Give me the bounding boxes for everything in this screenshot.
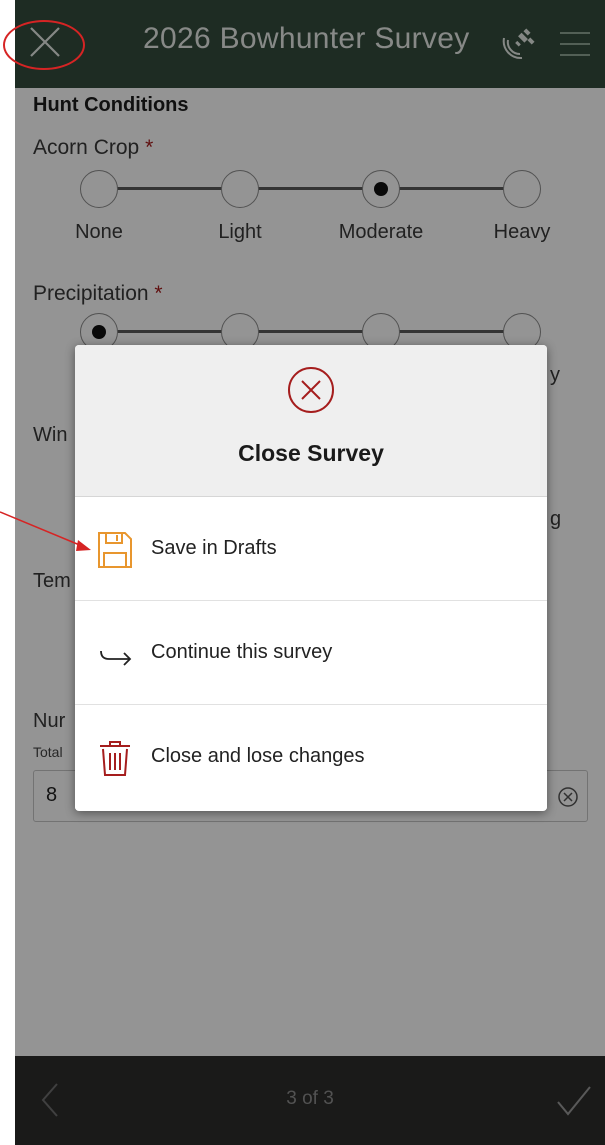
trash-icon bbox=[97, 739, 133, 777]
save-in-drafts-button[interactable]: Save in Drafts bbox=[75, 497, 547, 601]
survey-screen: 2026 Bowhunter Survey Hunt Conditions Ac… bbox=[15, 0, 605, 1145]
dialog-header: Close Survey bbox=[75, 345, 547, 497]
dialog-title: Close Survey bbox=[238, 440, 384, 466]
close-and-lose-changes-label: Close and lose changes bbox=[151, 745, 365, 767]
save-in-drafts-label: Save in Drafts bbox=[151, 537, 277, 559]
close-survey-dialog: Close Survey Save in Drafts Continue thi… bbox=[75, 345, 547, 811]
arrow-return-icon bbox=[97, 635, 133, 673]
continue-survey-label: Continue this survey bbox=[151, 641, 333, 663]
floppy-disk-icon bbox=[97, 531, 133, 569]
close-circle-icon bbox=[286, 365, 336, 415]
continue-survey-button[interactable]: Continue this survey bbox=[75, 601, 547, 705]
close-and-lose-changes-button[interactable]: Close and lose changes bbox=[75, 705, 547, 809]
annotation-highlight-ellipse bbox=[3, 20, 85, 70]
